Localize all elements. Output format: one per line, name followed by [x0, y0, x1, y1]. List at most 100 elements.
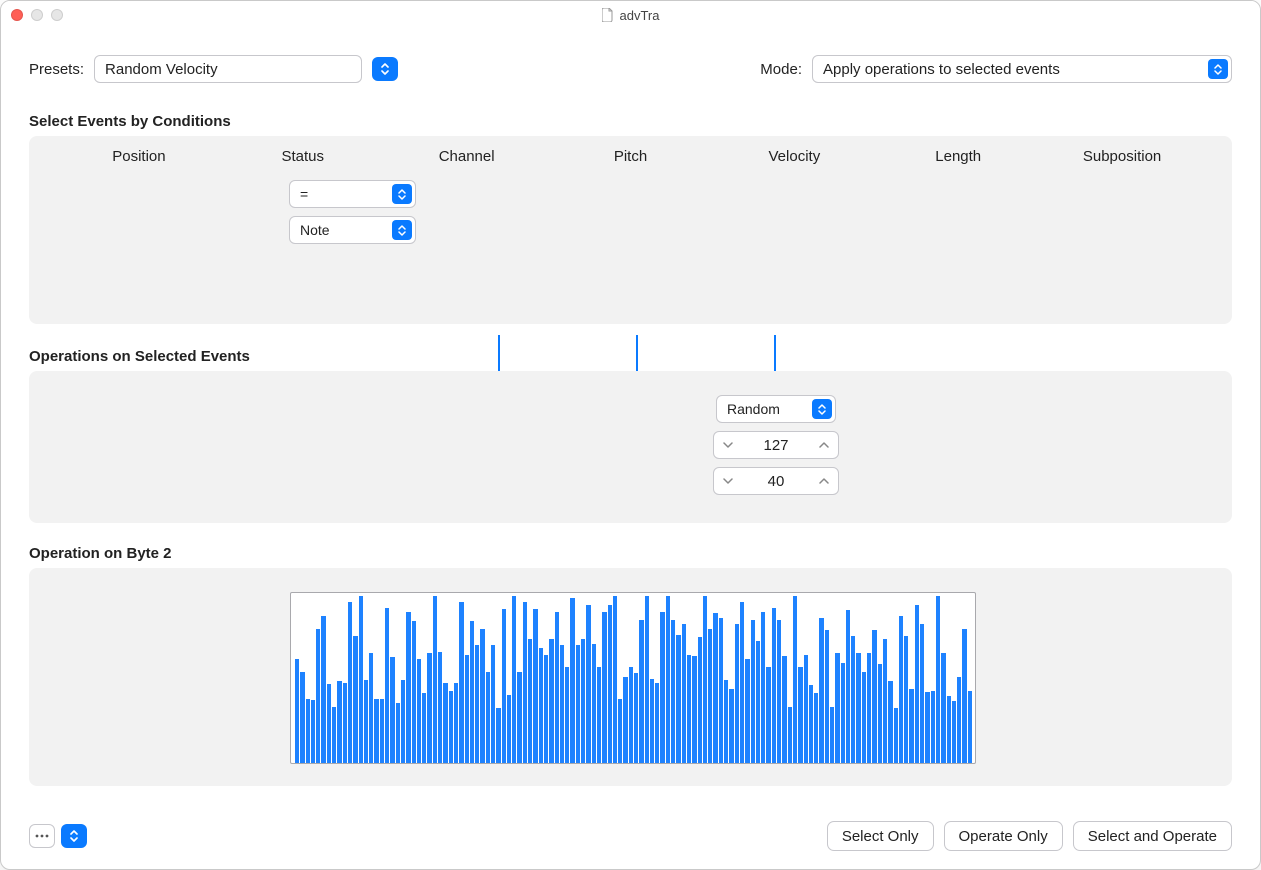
window-title-text: advTra — [620, 8, 660, 23]
chart-bar — [909, 689, 913, 763]
chart-bar — [729, 689, 733, 763]
preset-field[interactable]: Random Velocity — [94, 55, 362, 83]
chevron-updown-icon — [392, 184, 412, 204]
chart-bar — [698, 637, 702, 763]
select-only-label: Select Only — [842, 828, 919, 845]
chart-bar — [549, 639, 553, 763]
chart-bar — [454, 683, 458, 763]
chart-bar — [798, 667, 802, 763]
more-options-button[interactable] — [29, 824, 55, 848]
chart-bar — [533, 609, 537, 763]
footer-menu-button[interactable] — [61, 824, 87, 848]
chart-bar — [666, 596, 670, 763]
chart-bar — [941, 653, 945, 763]
header-pitch: Pitch — [549, 148, 713, 165]
chart-bar — [915, 605, 919, 763]
decrement-button[interactable] — [714, 468, 742, 494]
content-inner: Presets: Random Velocity Mode: Apply ope… — [29, 55, 1232, 786]
chart-bar — [793, 596, 797, 763]
increment-button[interactable] — [810, 468, 838, 494]
footer-left — [29, 824, 87, 848]
status-operator-select[interactable]: = — [289, 180, 416, 208]
chart-bar — [316, 629, 320, 763]
chart-bar — [692, 656, 696, 763]
header-length: Length — [876, 148, 1040, 165]
operate-only-button[interactable]: Operate Only — [944, 821, 1063, 851]
chart-bar — [735, 624, 739, 763]
chart-bar — [825, 630, 829, 763]
chart-bar — [581, 639, 585, 763]
zoom-window-button[interactable] — [51, 9, 63, 21]
chart-bar — [719, 618, 723, 763]
chart-bar — [406, 612, 410, 763]
chart-bar — [459, 602, 463, 763]
increment-button[interactable] — [810, 432, 838, 458]
chart-bar — [449, 691, 453, 763]
chart-bar — [756, 641, 760, 763]
chart-bar — [433, 596, 437, 763]
byte2-title: Operation on Byte 2 — [29, 545, 1232, 562]
chevron-updown-icon — [69, 830, 79, 842]
chart-bar — [708, 629, 712, 763]
chart-bar — [751, 620, 755, 763]
conditions-title: Select Events by Conditions — [29, 113, 1232, 130]
velocity-low-stepper[interactable]: 40 — [713, 467, 839, 495]
chart-bar — [608, 605, 612, 763]
mode-select[interactable]: Apply operations to selected events — [812, 55, 1232, 83]
chevron-updown-icon — [1208, 59, 1228, 79]
chart-bar — [761, 612, 765, 763]
chart-bar — [639, 620, 643, 763]
document-icon — [602, 8, 614, 22]
chart-bar — [962, 629, 966, 763]
operations-title: Operations on Selected Events — [29, 348, 1232, 365]
header-channel: Channel — [385, 148, 549, 165]
chart-bar — [862, 672, 866, 763]
close-window-button[interactable] — [11, 9, 23, 21]
preset-menu-button[interactable] — [372, 57, 398, 81]
chart-bar — [952, 701, 956, 763]
chart-bar — [348, 602, 352, 763]
chevron-updown-icon — [812, 399, 832, 419]
minimize-window-button[interactable] — [31, 9, 43, 21]
velocity-low-value: 40 — [742, 473, 810, 490]
mode-value: Apply operations to selected events — [823, 61, 1060, 78]
byte2-chart[interactable] — [290, 592, 976, 764]
status-type-select[interactable]: Note — [289, 216, 416, 244]
velocity-high-stepper[interactable]: 127 — [713, 431, 839, 459]
chart-bar — [957, 677, 961, 763]
chart-bar — [560, 645, 564, 763]
preset-value: Random Velocity — [105, 61, 218, 78]
chart-bar — [819, 618, 823, 763]
chart-bar — [443, 683, 447, 763]
ellipsis-icon — [35, 834, 49, 838]
conditions-headers: Position Status Channel Pitch Velocity L… — [29, 136, 1232, 173]
velocity-operation-select[interactable]: Random — [716, 395, 836, 423]
select-only-button[interactable]: Select Only — [827, 821, 934, 851]
operate-only-label: Operate Only — [959, 828, 1048, 845]
chart-bar — [390, 657, 394, 763]
presets-group: Presets: Random Velocity — [29, 55, 398, 83]
chart-bar — [894, 708, 898, 763]
chart-bar — [623, 677, 627, 763]
select-and-operate-button[interactable]: Select and Operate — [1073, 821, 1232, 851]
chart-bar — [576, 645, 580, 763]
chart-bar — [687, 655, 691, 763]
chart-bar — [438, 652, 442, 763]
conditions-panel: Position Status Channel Pitch Velocity L… — [29, 136, 1232, 324]
chart-bar — [602, 612, 606, 763]
mode-label: Mode: — [760, 61, 802, 78]
chart-bar — [645, 596, 649, 763]
decrement-button[interactable] — [714, 432, 742, 458]
header-status: Status — [221, 148, 385, 165]
chart-bar — [544, 655, 548, 763]
chart-bar — [353, 636, 357, 763]
chart-bar — [629, 667, 633, 763]
chart-bar — [851, 636, 855, 763]
chart-bar — [422, 693, 426, 763]
chart-bar — [634, 673, 638, 763]
chart-bar — [401, 680, 405, 763]
chevron-down-icon — [723, 478, 733, 484]
chart-bar — [295, 659, 299, 763]
chart-bar — [586, 605, 590, 763]
chart-bar — [899, 616, 903, 763]
